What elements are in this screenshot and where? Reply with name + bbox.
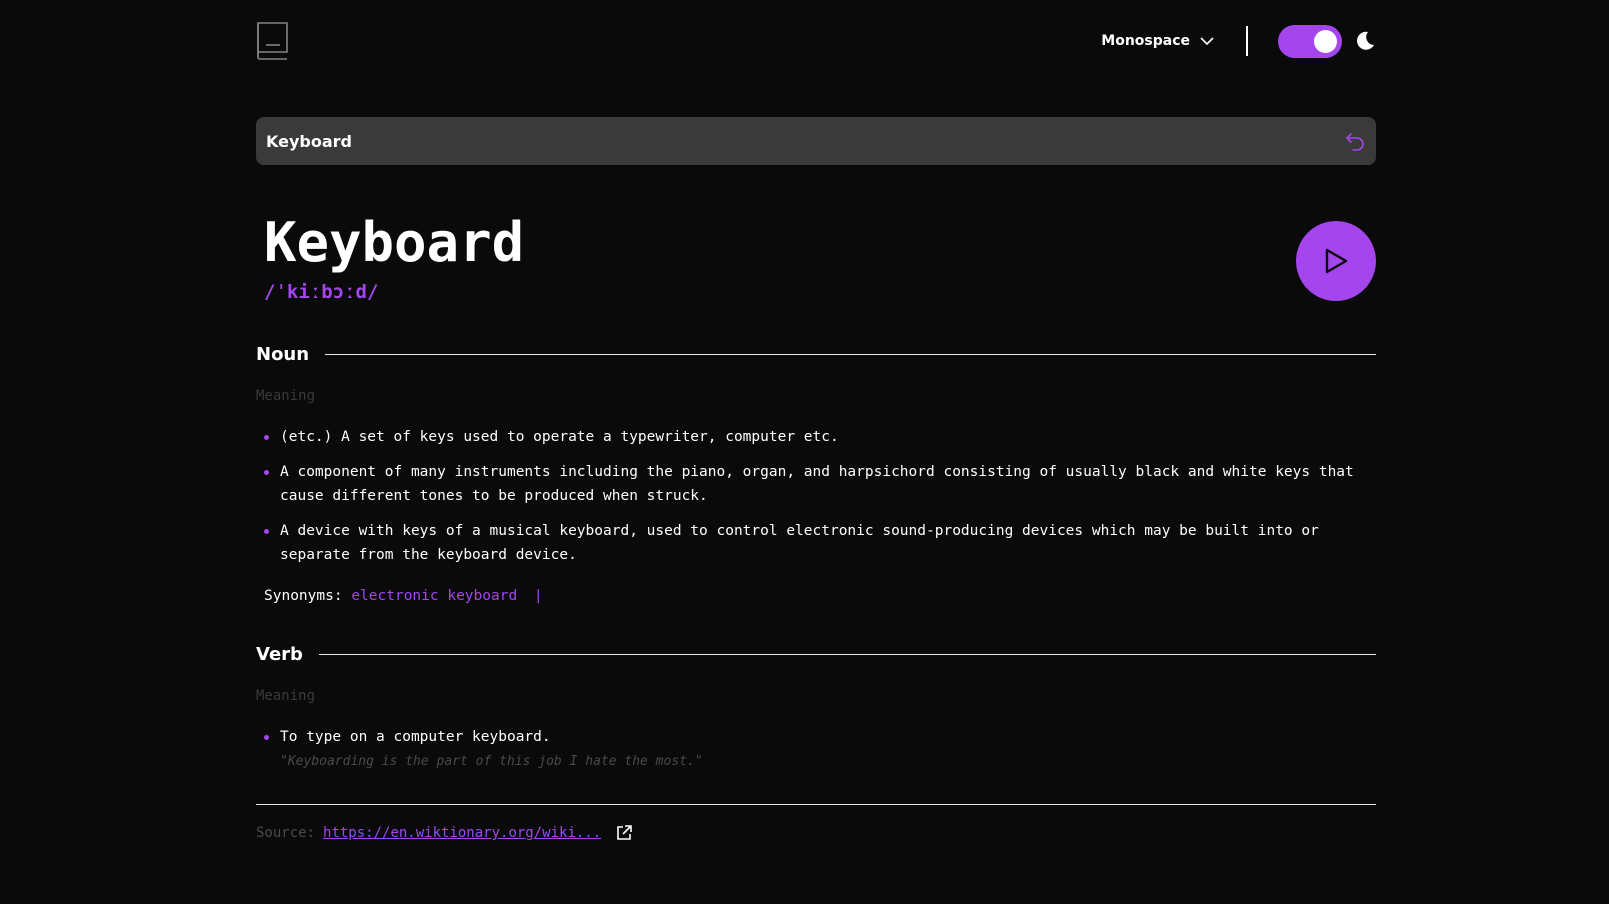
definition-text: A device with keys of a musical keyboard…	[280, 523, 1319, 563]
verb-heading: Verb	[256, 642, 1376, 666]
play-icon	[1325, 248, 1348, 274]
moon-icon	[1357, 31, 1374, 50]
source: Source: https://en.wiktionary.org/wiki..…	[256, 824, 633, 842]
source-label: Source:	[256, 825, 316, 841]
play-button[interactable]	[1296, 221, 1376, 301]
header-controls: Monospace	[1101, 22, 1376, 60]
noun-meaning-label: Meaning	[256, 388, 316, 404]
word-title: Keyboard	[264, 211, 525, 274]
font-selector[interactable]: Monospace	[1101, 33, 1214, 49]
definition-text: To type on a computer keyboard.	[280, 729, 551, 745]
theme-toggle-knob	[1314, 29, 1337, 53]
book-icon[interactable]	[256, 22, 290, 60]
verb-label: Verb	[256, 643, 303, 665]
font-selector-label: Monospace	[1101, 33, 1190, 49]
list-item: (etc.) A set of keys used to operate a t…	[264, 425, 1364, 449]
verb-definitions: To type on a computer keyboard. "Keyboar…	[264, 725, 1364, 784]
definition-text: (etc.) A set of keys used to operate a t…	[280, 429, 839, 445]
search-bar	[256, 117, 1376, 165]
header-divider	[1246, 26, 1248, 56]
header: Monospace	[256, 22, 1376, 60]
word-phonetic: /ˈkiːbɔːd/	[264, 281, 379, 303]
bullet	[264, 470, 269, 475]
noun-heading: Noun	[256, 342, 1376, 366]
bullet	[264, 529, 269, 534]
footer-divider	[256, 804, 1376, 805]
search-input[interactable]	[266, 131, 1344, 151]
chevron-down-icon	[1200, 36, 1214, 45]
list-item: A component of many instruments includin…	[264, 460, 1364, 508]
theme-toggle[interactable]	[1278, 24, 1342, 58]
bullet	[264, 435, 269, 440]
synonym-link[interactable]: electronic keyboard	[351, 588, 517, 604]
verb-divider	[318, 653, 1376, 655]
noun-label: Noun	[256, 343, 310, 365]
undo-arrow-icon[interactable]	[1344, 130, 1366, 152]
noun-definitions: (etc.) A set of keys used to operate a t…	[264, 425, 1364, 578]
definition-text: A component of many instruments includin…	[280, 464, 1354, 504]
synonym-separator: |	[533, 588, 543, 604]
synonyms-label: Synonyms:	[264, 588, 343, 604]
example-text: "Keyboarding is the part of this job I h…	[280, 754, 703, 769]
bullet	[264, 735, 269, 740]
source-link[interactable]: https://en.wiktionary.org/wiki...	[323, 825, 601, 841]
verb-meaning-label: Meaning	[256, 688, 316, 704]
list-item: To type on a computer keyboard. "Keyboar…	[264, 725, 1364, 773]
external-link-icon[interactable]	[615, 824, 633, 842]
list-item: A device with keys of a musical keyboard…	[264, 519, 1364, 567]
noun-divider	[325, 353, 1376, 355]
noun-synonyms: Synonyms: electronic keyboard |	[264, 588, 543, 604]
